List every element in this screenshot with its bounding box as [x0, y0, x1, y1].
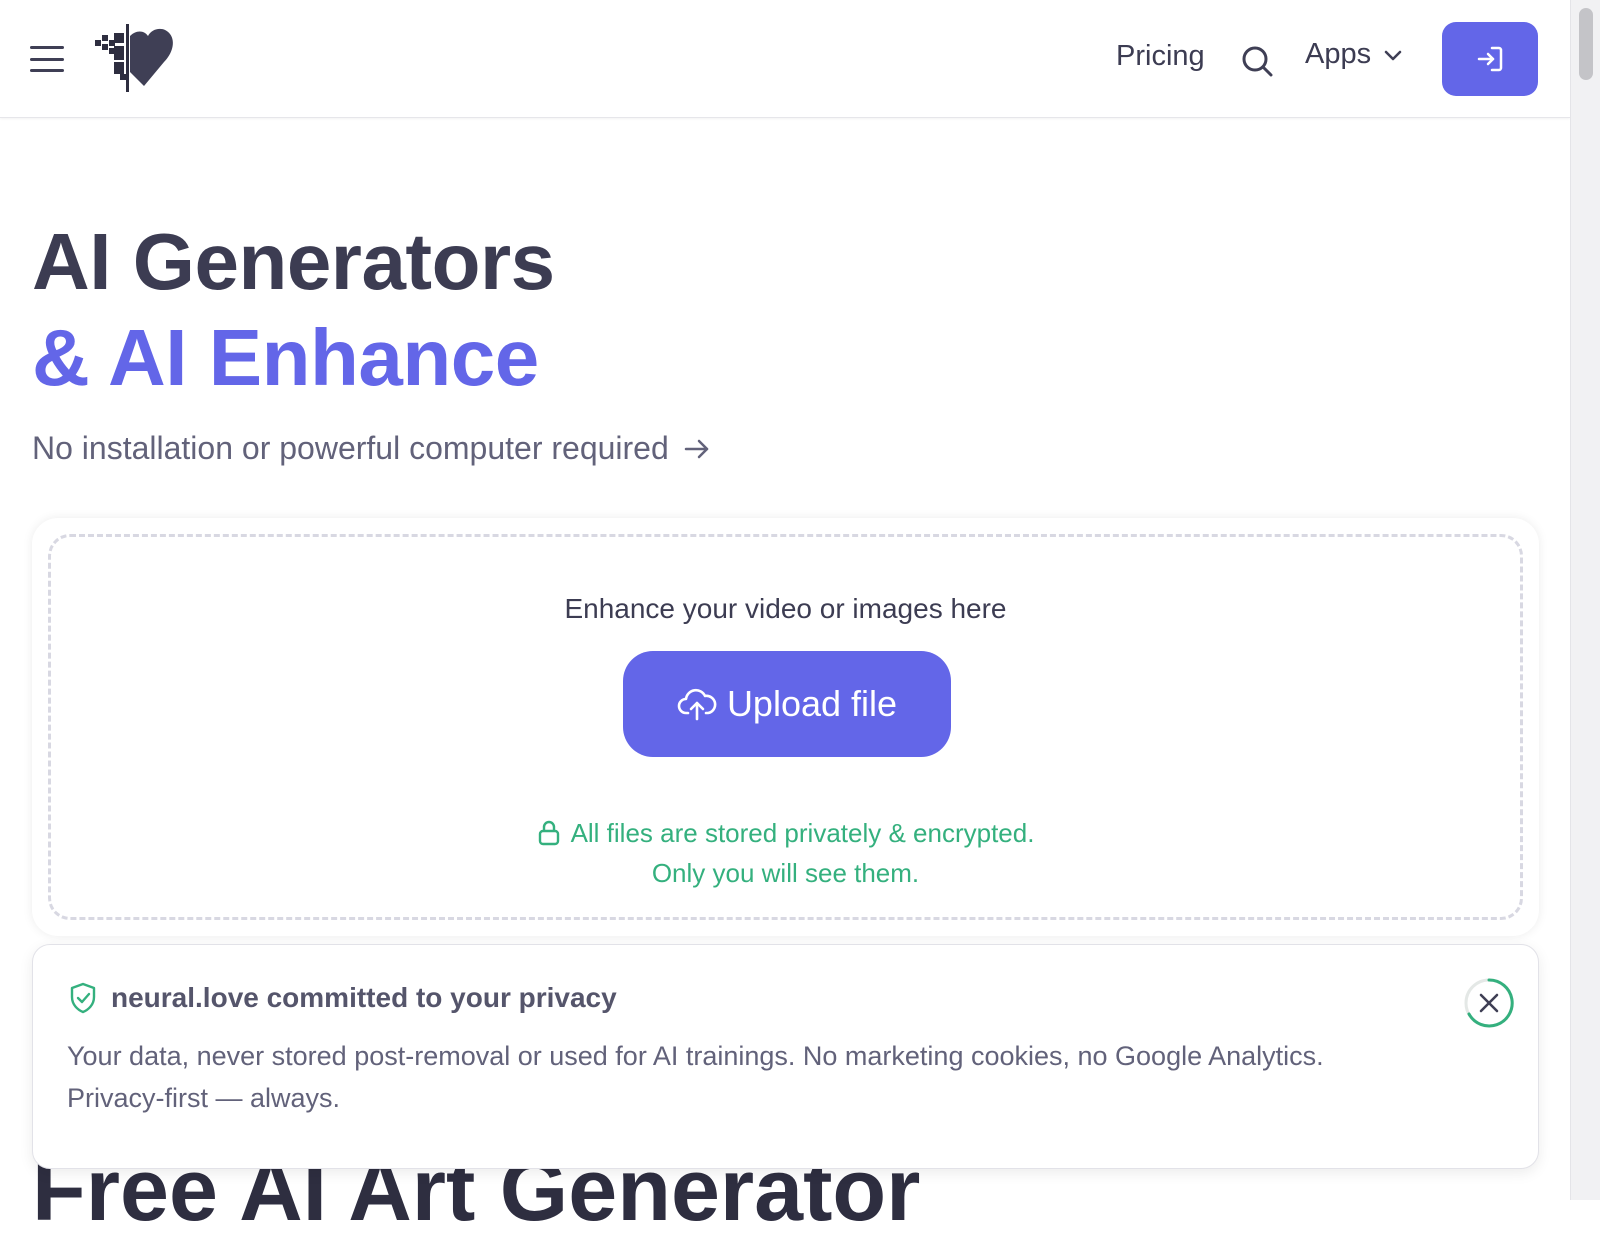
toast-title: neural.love committed to your privacy: [67, 981, 617, 1015]
hero-title-line1: AI Generators: [32, 217, 555, 306]
privacy-line1: All files are stored privately & encrypt…: [570, 818, 1035, 848]
lock-icon: [538, 820, 559, 846]
top-navbar: Pricing Apps: [0, 0, 1570, 118]
chevron-down-icon: [1384, 50, 1402, 60]
toast-title-text: neural.love committed to your privacy: [111, 982, 617, 1013]
privacy-line2: Only you will see them.: [651, 858, 920, 888]
hero-title: AI Generators & AI Enhance: [32, 214, 555, 406]
arrow-right-icon: [684, 439, 709, 458]
file-dropzone[interactable]: Enhance your video or images here Upload…: [48, 534, 1523, 920]
cloud-upload-icon: [677, 688, 717, 721]
hero-subtitle-text: No installation or powerful computer req…: [32, 430, 669, 466]
nav-apps-label: Apps: [1305, 38, 1372, 70]
upload-card: Enhance your video or images here Upload…: [32, 518, 1539, 936]
privacy-toast: neural.love committed to your privacy Yo…: [32, 944, 1539, 1169]
upload-privacy-note: All files are stored privately & encrypt…: [51, 813, 1520, 893]
upload-file-label: Upload file: [726, 683, 898, 724]
site-logo[interactable]: [92, 22, 182, 94]
close-icon[interactable]: [1463, 977, 1515, 1029]
hero-subtitle-link[interactable]: No installation or powerful computer req…: [32, 430, 711, 467]
dropzone-title: Enhance your video or images here: [564, 593, 1007, 624]
upload-file-button[interactable]: Upload file: [623, 651, 951, 757]
page-scrollbar[interactable]: [1570, 0, 1600, 1200]
toast-body: Your data, never stored post-removal or …: [67, 1041, 1324, 1113]
scrollbar-thumb[interactable]: [1579, 8, 1593, 80]
shield-check-icon: [70, 982, 96, 1014]
nav-apps-dropdown[interactable]: Apps: [1305, 38, 1403, 71]
search-icon[interactable]: [1240, 44, 1274, 78]
pixel-heart-logo-icon: [95, 24, 173, 92]
sign-in-button[interactable]: [1442, 22, 1538, 96]
nav-pricing-link[interactable]: Pricing: [1116, 40, 1205, 73]
sign-in-icon: [1477, 46, 1503, 72]
hamburger-menu-icon[interactable]: [30, 46, 64, 72]
hero-title-line2: & AI Enhance: [32, 313, 539, 402]
